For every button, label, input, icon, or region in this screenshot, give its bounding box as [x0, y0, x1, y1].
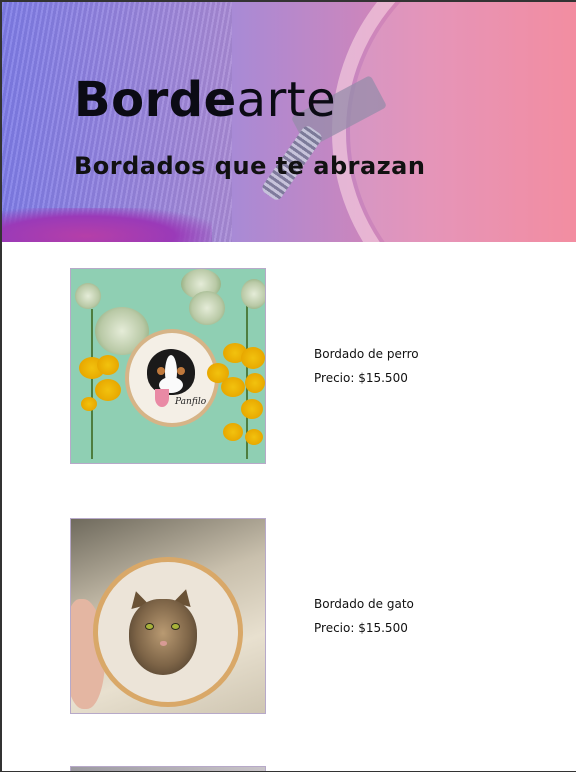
- yarn-graphic: [2, 208, 212, 242]
- embroidery-signature: Panfilo: [175, 397, 207, 407]
- product-card-cat: Bordado de gato Precio: $15.500: [70, 518, 570, 714]
- product-price: Precio: $15.500: [314, 371, 408, 385]
- cat-eye: [171, 623, 180, 630]
- cat-nose: [160, 641, 167, 646]
- yellow-flower: [95, 379, 121, 401]
- site-title: Bordearte: [74, 72, 336, 128]
- product-price: Precio: $15.500: [314, 621, 408, 635]
- product-card-dog: Panfilo Bordado de perro Precio: $15.500: [70, 268, 570, 464]
- cat-embroidery: [129, 599, 197, 675]
- product-name: Bordado de perro: [314, 347, 419, 361]
- yellow-flower: [81, 397, 97, 411]
- dog-tongue: [155, 389, 169, 407]
- site-title-light: arte: [236, 72, 337, 128]
- lace-flower: [75, 283, 101, 309]
- yellow-flower: [223, 423, 243, 441]
- yellow-flower: [245, 429, 263, 445]
- site-subtitle: Bordados que te abrazan: [74, 152, 426, 180]
- flower-stem: [91, 309, 93, 459]
- site-title-bold: Borde: [74, 72, 237, 128]
- yellow-flower: [241, 399, 263, 419]
- embroidery-hoop-graphic: [332, 2, 576, 242]
- yellow-flower: [221, 377, 245, 397]
- product-image-dog[interactable]: Panfilo: [70, 268, 266, 464]
- dog-tan-marking: [157, 367, 165, 375]
- lace-flower: [241, 279, 265, 309]
- product-name: Bordado de gato: [314, 597, 414, 611]
- cat-eye: [145, 623, 154, 630]
- yellow-flower: [245, 373, 265, 393]
- yellow-flower: [241, 347, 265, 369]
- yellow-flower: [97, 355, 119, 375]
- dog-tan-marking: [177, 367, 185, 375]
- product-info: Bordado de perro Precio: $15.500: [314, 268, 419, 464]
- product-image-cat[interactable]: [70, 518, 266, 714]
- hero-banner: Bordearte Bordados que te abrazan: [2, 2, 576, 242]
- lace-flower: [189, 291, 225, 325]
- product-info: Bordado de gato Precio: $15.500: [314, 518, 414, 714]
